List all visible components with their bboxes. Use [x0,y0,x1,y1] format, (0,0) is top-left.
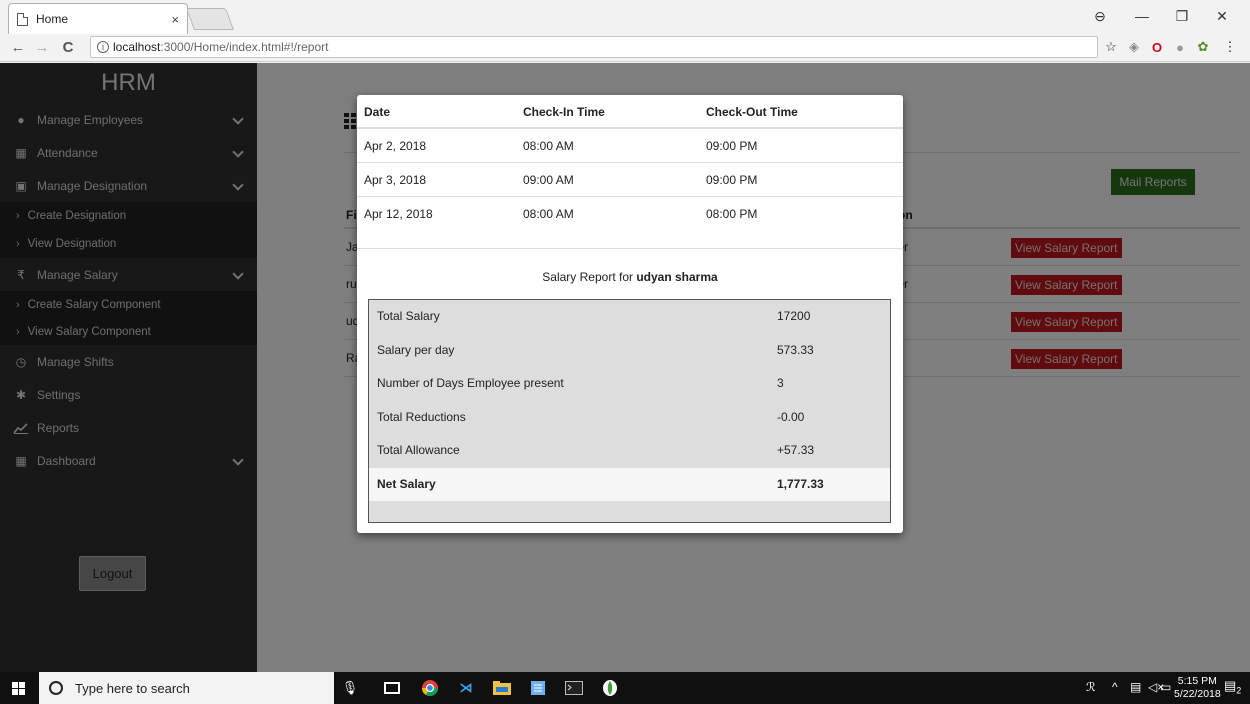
salary-summary: Total Salary 17200 Salary per day 573.33… [368,299,891,523]
vscode-icon[interactable]: ⋊ [456,678,476,698]
new-tab-button[interactable] [185,8,235,30]
browser-tab-strip: Home × ⊖ — ❐ ✕ [0,0,1250,34]
salary-value: 17200 [777,309,811,323]
tab-title: Home [36,12,69,26]
net-salary-row: Net Salary 1,777.33 [369,467,890,501]
windows-start-icon[interactable] [12,682,25,695]
salary-row: Total Allowance +57.33 [369,434,890,468]
salary-label: Salary per day [377,342,455,357]
clock-date: 5/22/2018 [1174,688,1221,700]
reload-button[interactable]: C [58,37,78,57]
salary-label: Total Reductions [377,409,466,424]
net-salary-value: 1,777.33 [777,476,824,491]
salary-label: Total Allowance [377,443,460,457]
clock-time: 5:15 PM [1177,675,1217,687]
salary-row: Number of Days Employee present 3 [369,367,890,401]
attendance-header-row: Date Check-In Time Check-Out Time [357,95,903,129]
cell-date: Apr 3, 2018 [364,173,427,187]
cell-date: Apr 2, 2018 [364,139,427,153]
salary-value: 3 [777,376,784,390]
page-icon [17,12,28,26]
extension-globe-icon[interactable]: ● [1172,39,1188,55]
salary-label: Number of Days Employee present [377,376,564,390]
cell-check-in: 09:00 AM [523,173,574,187]
tab-close-icon[interactable]: × [171,12,179,27]
back-button[interactable]: ← [8,37,28,57]
salary-title-prefix: Salary Report for [542,270,637,284]
terminal-icon[interactable] [564,678,584,698]
opera-extension-icon[interactable]: O [1149,39,1165,55]
forward-button[interactable]: → [32,37,52,57]
cell-check-out: 08:00 PM [706,207,758,221]
search-placeholder: Type here to search [75,680,190,696]
extension-shield-icon[interactable]: ◈ [1126,39,1142,55]
notification-count: 2 [1236,685,1242,696]
cell-check-out: 09:00 PM [706,173,758,187]
extension-bug-icon[interactable]: ✿ [1195,39,1211,55]
mongodb-icon[interactable] [600,678,620,698]
clock[interactable]: 5:15 PM 5/22/2018 [1174,675,1221,701]
address-bar[interactable]: i localhost:3000/Home/index.html#!/repor… [90,36,1098,58]
cell-check-out: 09:00 PM [706,139,758,153]
chrome-icon[interactable] [420,678,440,698]
column-header-check-out: Check-Out Time [706,105,798,119]
maximize-button[interactable]: ❐ [1162,4,1202,28]
taskbar: Type here to search 🎙 ⋊ ℛ ^ ▤ ◁× ▭ 5:15 … [0,672,1250,704]
page-viewport: HRM ● Manage Employees ▦ Attendance ▣ Ma… [0,63,1250,672]
notification-icon[interactable]: ▤2 [1224,678,1241,696]
action-center-flag-icon[interactable]: ▭ [1160,680,1171,694]
url-host: localhost [113,40,161,54]
table-row: Apr 12, 2018 08:00 AM 08:00 PM [357,197,903,249]
column-header-date: Date [364,105,391,119]
salary-value: +57.33 [777,443,815,457]
cell-check-in: 08:00 AM [523,139,574,153]
info-icon[interactable]: i [97,41,109,53]
cell-date: Apr 12, 2018 [364,207,433,221]
close-window-button[interactable]: ✕ [1202,4,1242,28]
microphone-icon[interactable]: 🎙 [340,678,360,698]
salary-label: Total Salary [377,309,440,323]
employee-name: udyan sharma [636,270,718,284]
browser-menu-icon[interactable]: ⋮ [1222,39,1238,55]
salary-value: -0.00 [777,409,805,424]
task-view-icon[interactable] [384,682,400,694]
cell-check-in: 08:00 AM [523,207,574,221]
salary-row: Total Salary 17200 [369,300,890,334]
salary-report-title: Salary Report for udyan sharma [357,270,903,284]
table-row: Apr 3, 2018 09:00 AM 09:00 PM [357,163,903,197]
browser-tab[interactable]: Home × [8,3,188,34]
column-header-check-in: Check-In Time [523,105,605,119]
salary-row: Salary per day 573.33 [369,334,890,368]
url-path: :3000/Home/index.html#!/report [160,40,329,54]
taskbar-search-box[interactable]: Type here to search [39,672,334,704]
bookmark-star-icon[interactable]: ☆ [1103,39,1119,55]
salary-row: Total Reductions -0.00 [369,401,890,435]
file-explorer-icon[interactable] [492,678,512,698]
network-icon[interactable]: ▤ [1130,680,1141,694]
people-icon[interactable]: ℛ [1086,680,1096,694]
table-row: Apr 2, 2018 08:00 AM 09:00 PM [357,129,903,163]
minimize-button[interactable]: — [1122,4,1162,28]
attendance-table: Date Check-In Time Check-Out Time Apr 2,… [357,95,903,249]
browser-toolbar: ← → C i localhost:3000/Home/index.html#!… [0,34,1250,62]
notepad-icon[interactable] [528,678,548,698]
salary-report-modal: Date Check-In Time Check-Out Time Apr 2,… [357,95,903,533]
cortana-icon [49,681,63,695]
profile-icon[interactable]: ⊖ [1080,4,1120,28]
salary-value: 573.33 [777,342,814,357]
net-salary-label: Net Salary [377,476,436,491]
chevron-up-icon[interactable]: ^ [1112,680,1118,694]
